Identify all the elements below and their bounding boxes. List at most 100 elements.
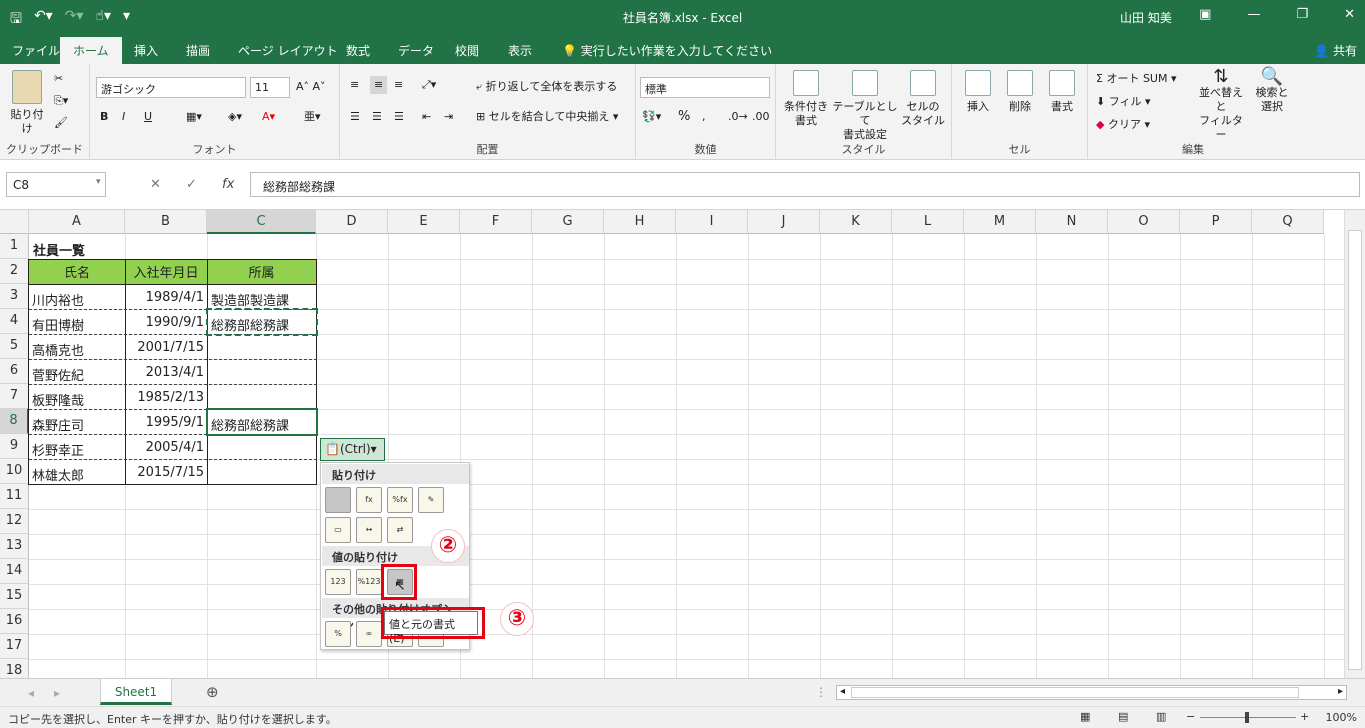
column-header[interactable]: O [1108, 210, 1180, 234]
row-header[interactable]: 18 [0, 659, 29, 678]
row-header[interactable]: 10 [0, 459, 29, 484]
active-cell[interactable] [206, 408, 318, 436]
tab-view[interactable]: 表示 [508, 42, 532, 59]
row-header[interactable]: 13 [0, 534, 29, 559]
comma-icon[interactable]: , [702, 110, 706, 124]
scroll-thumb[interactable] [1348, 230, 1362, 670]
tab-draw[interactable]: 描画 [186, 42, 210, 59]
column-header[interactable]: M [964, 210, 1036, 234]
insert-cells-button[interactable]: 挿入 [958, 70, 998, 114]
user-name[interactable]: 山田 知美 [1120, 9, 1172, 26]
zoom-level[interactable]: 100% [1326, 711, 1357, 724]
row-header[interactable]: 11 [0, 484, 29, 509]
decimal-decrease-icon[interactable]: .00 [752, 110, 770, 124]
indent-decrease-icon[interactable]: ⇤ [422, 110, 431, 124]
zoom-in-icon[interactable]: + [1300, 710, 1309, 723]
page-break-view-icon[interactable]: ▥ [1156, 710, 1166, 723]
paste-formatting-icon[interactable]: % [325, 621, 351, 647]
column-header[interactable]: Q [1252, 210, 1324, 234]
no-borders-icon[interactable]: ▭ [325, 517, 351, 543]
delete-cells-button[interactable]: 削除 [1000, 70, 1040, 114]
row-header[interactable]: 9 [0, 434, 29, 459]
tab-split-icon[interactable]: ⋮ [815, 685, 827, 699]
copy-icon[interactable]: ⎘▾ [54, 94, 68, 108]
name-box[interactable]: C8 [6, 172, 106, 197]
column-header[interactable]: N [1036, 210, 1108, 234]
paste-options-button[interactable]: 📋(Ctrl)▾ [320, 438, 385, 461]
font-name-select[interactable]: 游ゴシック [96, 77, 246, 98]
column-header[interactable]: L [892, 210, 964, 234]
sheet-tab[interactable]: Sheet1 [100, 679, 172, 705]
sort-filter-button[interactable]: ⇅ 並べ替えと フィルター [1194, 68, 1248, 142]
column-header[interactable]: H [604, 210, 676, 234]
transpose-icon[interactable]: ⇄ [387, 517, 413, 543]
close-icon[interactable]: ✕ [1344, 7, 1355, 22]
tab-data[interactable]: データ [398, 42, 434, 59]
normal-view-icon[interactable]: ▦ [1080, 710, 1090, 723]
tell-me-box[interactable]: 💡 実行したい作業を入力してください [562, 42, 772, 59]
conditional-format-button[interactable]: 条件付き 書式 [780, 70, 832, 128]
format-as-table-button[interactable]: テーブルとして 書式設定 [832, 70, 898, 142]
paste-link-icon[interactable]: ∞ [356, 621, 382, 647]
cancel-icon[interactable]: ✕ [150, 177, 161, 192]
paste-formulas-number-format-icon[interactable]: %fx [387, 487, 413, 513]
font-size-select[interactable]: 11 [250, 77, 290, 98]
underline-button[interactable]: U [144, 110, 152, 124]
paste-icon[interactable] [325, 487, 351, 513]
increase-font-icon[interactable]: A˄ A˅ [296, 80, 326, 94]
column-header[interactable]: A [29, 210, 125, 234]
scroll-left-icon[interactable]: ◂ [840, 686, 845, 697]
worksheet-grid[interactable]: A B C D E F G H I J K L M N O P Q 1 2 3 … [0, 210, 1344, 678]
row-header[interactable]: 14 [0, 559, 29, 584]
column-header[interactable]: J [748, 210, 820, 234]
row-header[interactable]: 1 [0, 234, 29, 259]
scroll-right-icon[interactable]: ▸ [1338, 686, 1343, 697]
border-icon[interactable]: ▦▾ [186, 110, 202, 124]
vertical-scrollbar[interactable] [1344, 210, 1365, 678]
tab-file[interactable]: ファイル [12, 42, 60, 59]
wrap-text-button[interactable]: ⤶ 折り返して全体を表示する [476, 80, 617, 94]
indent-increase-icon[interactable]: ⇥ [444, 110, 453, 124]
column-header[interactable]: I [676, 210, 748, 234]
ribbon-display-icon[interactable]: ▣ [1199, 7, 1211, 22]
insert-function-icon[interactable]: fx [222, 177, 234, 192]
tab-formulas[interactable]: 数式 [346, 42, 370, 59]
keep-column-widths-icon[interactable]: ↔ [356, 517, 382, 543]
column-header[interactable]: G [532, 210, 604, 234]
decimal-increase-icon[interactable]: .0→ [728, 110, 748, 124]
prev-sheet-icon[interactable]: ◂ [28, 686, 34, 700]
phonetic-icon[interactable]: 亜▾ [304, 110, 321, 124]
merge-center-button[interactable]: ⊞ セルを結合して中央揃え ▾ [476, 110, 618, 124]
clear-button[interactable]: ◆ クリア ▾ [1096, 118, 1150, 132]
row-header[interactable]: 7 [0, 384, 29, 409]
row-header[interactable]: 4 [0, 309, 29, 334]
next-sheet-icon[interactable]: ▸ [54, 686, 60, 700]
align-bottom-icon[interactable]: ≡ [394, 78, 403, 92]
column-header[interactable]: P [1180, 210, 1252, 234]
zoom-out-icon[interactable]: − [1186, 710, 1195, 723]
minimize-icon[interactable]: — [1247, 7, 1260, 22]
paste-formulas-icon[interactable]: fx [356, 487, 382, 513]
scroll-thumb[interactable] [851, 687, 1299, 698]
horizontal-scrollbar[interactable]: ◂ ▸ [836, 685, 1347, 700]
align-top-icon[interactable]: ≡ [350, 78, 359, 92]
share-button[interactable]: 👤 共有 [1314, 42, 1357, 59]
align-middle-icon[interactable]: ≡ [370, 76, 388, 94]
font-color-icon[interactable]: A▾ [262, 110, 275, 124]
row-header[interactable]: 17 [0, 634, 29, 659]
column-header[interactable]: C [207, 210, 316, 234]
cell-styles-button[interactable]: セルの スタイル [898, 70, 948, 128]
enter-icon[interactable]: ✓ [186, 177, 197, 192]
row-header[interactable]: 6 [0, 359, 29, 384]
italic-button[interactable]: I [122, 110, 125, 124]
tab-review[interactable]: 校閲 [455, 42, 479, 59]
row-header[interactable]: 15 [0, 584, 29, 609]
find-select-button[interactable]: 🔍 検索と 選択 [1252, 68, 1292, 114]
keep-source-formatting-icon[interactable]: ✎ [418, 487, 444, 513]
tab-home[interactable]: ホーム [60, 37, 122, 64]
format-painter-icon[interactable]: 🖌 [54, 116, 68, 130]
fill-color-icon[interactable]: ◈▾ [228, 110, 242, 124]
page-layout-view-icon[interactable]: ▤ [1118, 710, 1128, 723]
bold-button[interactable]: B [100, 110, 108, 124]
column-header[interactable]: E [388, 210, 460, 234]
